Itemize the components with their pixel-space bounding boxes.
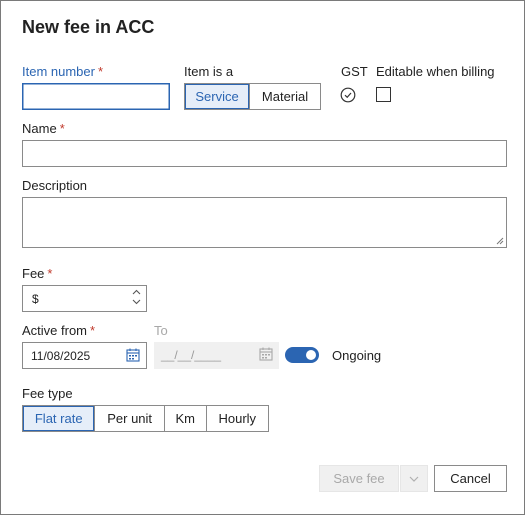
dialog-title: New fee in ACC <box>22 17 155 37</box>
fee-spinner <box>132 289 141 305</box>
calendar-icon <box>259 347 273 361</box>
item-number-label: Item number * <box>22 64 103 79</box>
item-type-material-option[interactable]: Material <box>249 84 320 109</box>
ongoing-toggle[interactable] <box>285 347 319 363</box>
active-from-label-text: Active from <box>22 323 88 338</box>
active-from-date-input[interactable]: 11/08/2025 <box>22 342 147 369</box>
gst-label: GST <box>341 64 368 79</box>
name-label-text: Name <box>22 121 57 136</box>
fee-input[interactable]: $ <box>22 285 147 312</box>
fee-type-flat-rate-option[interactable]: Flat rate <box>23 406 95 431</box>
save-options-dropdown-button[interactable] <box>400 465 428 492</box>
description-textarea[interactable] <box>22 197 507 248</box>
required-mark: * <box>59 121 65 136</box>
item-number-input[interactable] <box>22 83 170 110</box>
chevron-down-icon <box>409 476 419 482</box>
name-label: Name * <box>22 121 65 136</box>
editable-when-billing-checkbox[interactable] <box>376 87 391 102</box>
ongoing-label: Ongoing <box>332 348 382 363</box>
to-label: To <box>154 323 168 338</box>
item-type-segmented-control: Service Material <box>184 83 321 110</box>
spinner-up-icon[interactable] <box>132 289 141 295</box>
required-mark: * <box>97 64 104 79</box>
name-input[interactable] <box>22 140 507 167</box>
fee-type-hourly-option[interactable]: Hourly <box>205 406 268 431</box>
save-fee-button[interactable]: Save fee <box>319 465 399 492</box>
editable-when-billing-label: Editable when billing <box>376 64 495 79</box>
fee-label: Fee * <box>22 266 52 281</box>
required-mark: * <box>90 323 96 338</box>
spinner-down-icon[interactable] <box>132 299 141 305</box>
gst-toggle[interactable] <box>340 87 356 103</box>
fee-type-segmented-control: Flat rate Per unit Km Hourly <box>22 405 269 432</box>
check-circle-icon <box>340 87 356 103</box>
resize-grip-icon[interactable] <box>496 237 504 245</box>
item-number-label-text: Item number <box>22 64 95 79</box>
active-from-value: 11/08/2025 <box>31 349 91 363</box>
new-fee-dialog: New fee in ACC Item number * Item is a Se… <box>0 0 525 515</box>
fee-label-text: Fee <box>22 266 45 281</box>
fee-type-per-unit-option[interactable]: Per unit <box>94 406 164 431</box>
currency-symbol: $ <box>32 292 39 306</box>
required-mark: * <box>47 266 53 281</box>
to-placeholder: __/__/____ <box>161 348 222 362</box>
to-date-input: __/__/____ <box>154 342 279 369</box>
description-label: Description <box>22 178 88 193</box>
fee-type-km-option[interactable]: Km <box>163 406 206 431</box>
calendar-icon[interactable] <box>126 348 140 362</box>
active-from-label: Active from * <box>22 323 95 338</box>
item-type-service-option[interactable]: Service <box>185 84 250 109</box>
toggle-knob <box>306 350 316 360</box>
cancel-button[interactable]: Cancel <box>434 465 507 492</box>
fee-type-label: Fee type <box>22 386 73 401</box>
item-is-a-label: Item is a <box>184 64 234 79</box>
